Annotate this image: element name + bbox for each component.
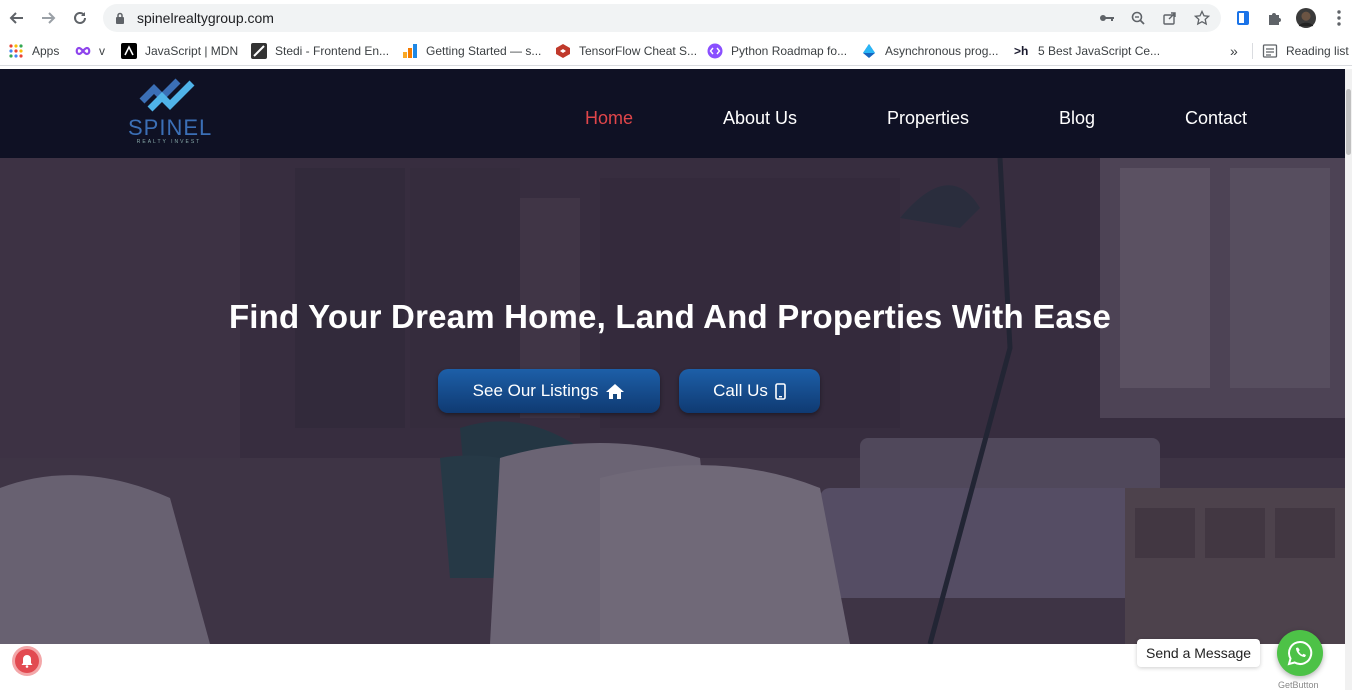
- nav-contact[interactable]: Contact: [1185, 108, 1247, 129]
- back-arrow-icon[interactable]: [7, 8, 27, 28]
- site-header: SPINEL REALTY INVEST Home About Us Prope…: [0, 69, 1345, 158]
- logo-subtext: REALTY INVEST: [136, 139, 202, 145]
- bookmark-mdn[interactable]: JavaScript | MDN: [121, 42, 238, 60]
- bookmark-label: Python Roadmap fo...: [731, 44, 848, 58]
- more-vert-icon[interactable]: [1329, 8, 1349, 28]
- bookmark-best-js[interactable]: >h 5 Best JavaScript Ce...: [1014, 42, 1160, 60]
- send-message-label[interactable]: Send a Message: [1137, 639, 1261, 667]
- nav-about-us[interactable]: About Us: [723, 108, 797, 129]
- bookmark-star-icon[interactable]: [1193, 9, 1211, 27]
- address-bar[interactable]: spinelrealtygroup.com: [103, 4, 1221, 32]
- bookmark-getting-started[interactable]: Getting Started — s...: [402, 42, 541, 60]
- mdn-icon: [121, 43, 137, 59]
- see-listings-label: See Our Listings: [472, 381, 599, 400]
- hero-section: Find Your Dream Home, Land And Propertie…: [0, 158, 1345, 644]
- spinel-logo[interactable]: SPINEL REALTY INVEST: [128, 77, 213, 149]
- scrollbar-thumb[interactable]: [1346, 89, 1351, 155]
- bookmarks-overflow-button[interactable]: »: [1230, 42, 1238, 60]
- hashnode-icon: >h: [1014, 44, 1029, 58]
- tensorflow-icon: [555, 43, 571, 59]
- whatsapp-chat-button[interactable]: [1277, 630, 1323, 676]
- bookmark-v[interactable]: v: [75, 42, 105, 60]
- bell-icon: [21, 655, 33, 668]
- home-icon: [605, 383, 625, 400]
- getbutton-credit[interactable]: GetButton: [1278, 680, 1319, 690]
- bookmarks-bar: Apps v JavaScript | MDN Stedi - Frontend…: [0, 36, 1352, 66]
- bars-icon: [402, 43, 418, 59]
- bookmark-python-roadmap[interactable]: Python Roadmap fo...: [707, 42, 847, 60]
- reload-icon[interactable]: [70, 8, 90, 28]
- extension-blue-icon[interactable]: [1233, 8, 1253, 28]
- logo-mark-icon: [139, 78, 195, 112]
- roadmap-icon: [707, 43, 723, 59]
- call-us-label: Call Us: [713, 381, 768, 400]
- nav-blog[interactable]: Blog: [1059, 108, 1095, 129]
- reading-list-button[interactable]: Reading list: [1262, 42, 1349, 60]
- whatsapp-icon: [1287, 640, 1313, 666]
- hero-background-image: [0, 158, 1345, 644]
- forward-arrow-icon[interactable]: [38, 8, 58, 28]
- lock-icon: [116, 12, 124, 24]
- bookmark-divider: [1252, 43, 1253, 59]
- bookmark-label: v: [99, 44, 105, 58]
- stedi-icon: [251, 43, 267, 59]
- nav-home[interactable]: Home: [585, 108, 633, 129]
- bookmark-label: 5 Best JavaScript Ce...: [1038, 44, 1161, 58]
- async-icon: [861, 43, 877, 59]
- bookmark-tensorflow[interactable]: TensorFlow Cheat S...: [555, 42, 697, 60]
- bookmark-label: Asynchronous prog...: [885, 44, 999, 58]
- reading-list-label: Reading list: [1286, 44, 1349, 58]
- logo-text: SPINEL: [128, 115, 213, 140]
- page-scrollbar[interactable]: [1345, 69, 1352, 690]
- bookmark-async[interactable]: Asynchronous prog...: [861, 42, 998, 60]
- website-viewport: SPINEL REALTY INVEST Home About Us Prope…: [0, 69, 1345, 690]
- browser-toolbar: spinelrealtygroup.com: [0, 0, 1352, 36]
- apps-grid-icon: [8, 43, 24, 59]
- notification-bell-button[interactable]: [12, 646, 42, 676]
- bookmark-label: JavaScript | MDN: [145, 44, 239, 58]
- bookmark-label: Getting Started — s...: [426, 44, 542, 58]
- mobile-phone-icon: [775, 382, 786, 400]
- url-text[interactable]: spinelrealtygroup.com: [137, 10, 274, 26]
- bookmark-label: Apps: [32, 44, 60, 58]
- share-icon[interactable]: [1161, 9, 1179, 27]
- key-icon[interactable]: [1098, 9, 1116, 27]
- reading-list-icon: [1262, 43, 1278, 59]
- infinity-icon: [75, 43, 91, 59]
- bookmark-label: TensorFlow Cheat S...: [579, 44, 698, 58]
- zoom-icon[interactable]: [1129, 9, 1147, 27]
- bookmark-stedi[interactable]: Stedi - Frontend En...: [251, 42, 389, 60]
- puzzle-icon[interactable]: [1264, 8, 1284, 28]
- bookmark-label: Stedi - Frontend En...: [275, 44, 390, 58]
- see-listings-button[interactable]: See Our Listings: [438, 369, 660, 413]
- profile-avatar-icon[interactable]: [1296, 8, 1316, 28]
- hero-title: Find Your Dream Home, Land And Propertie…: [228, 298, 1112, 335]
- call-us-button[interactable]: Call Us: [679, 369, 820, 413]
- bookmark-apps[interactable]: Apps: [8, 42, 59, 60]
- nav-properties[interactable]: Properties: [887, 108, 969, 129]
